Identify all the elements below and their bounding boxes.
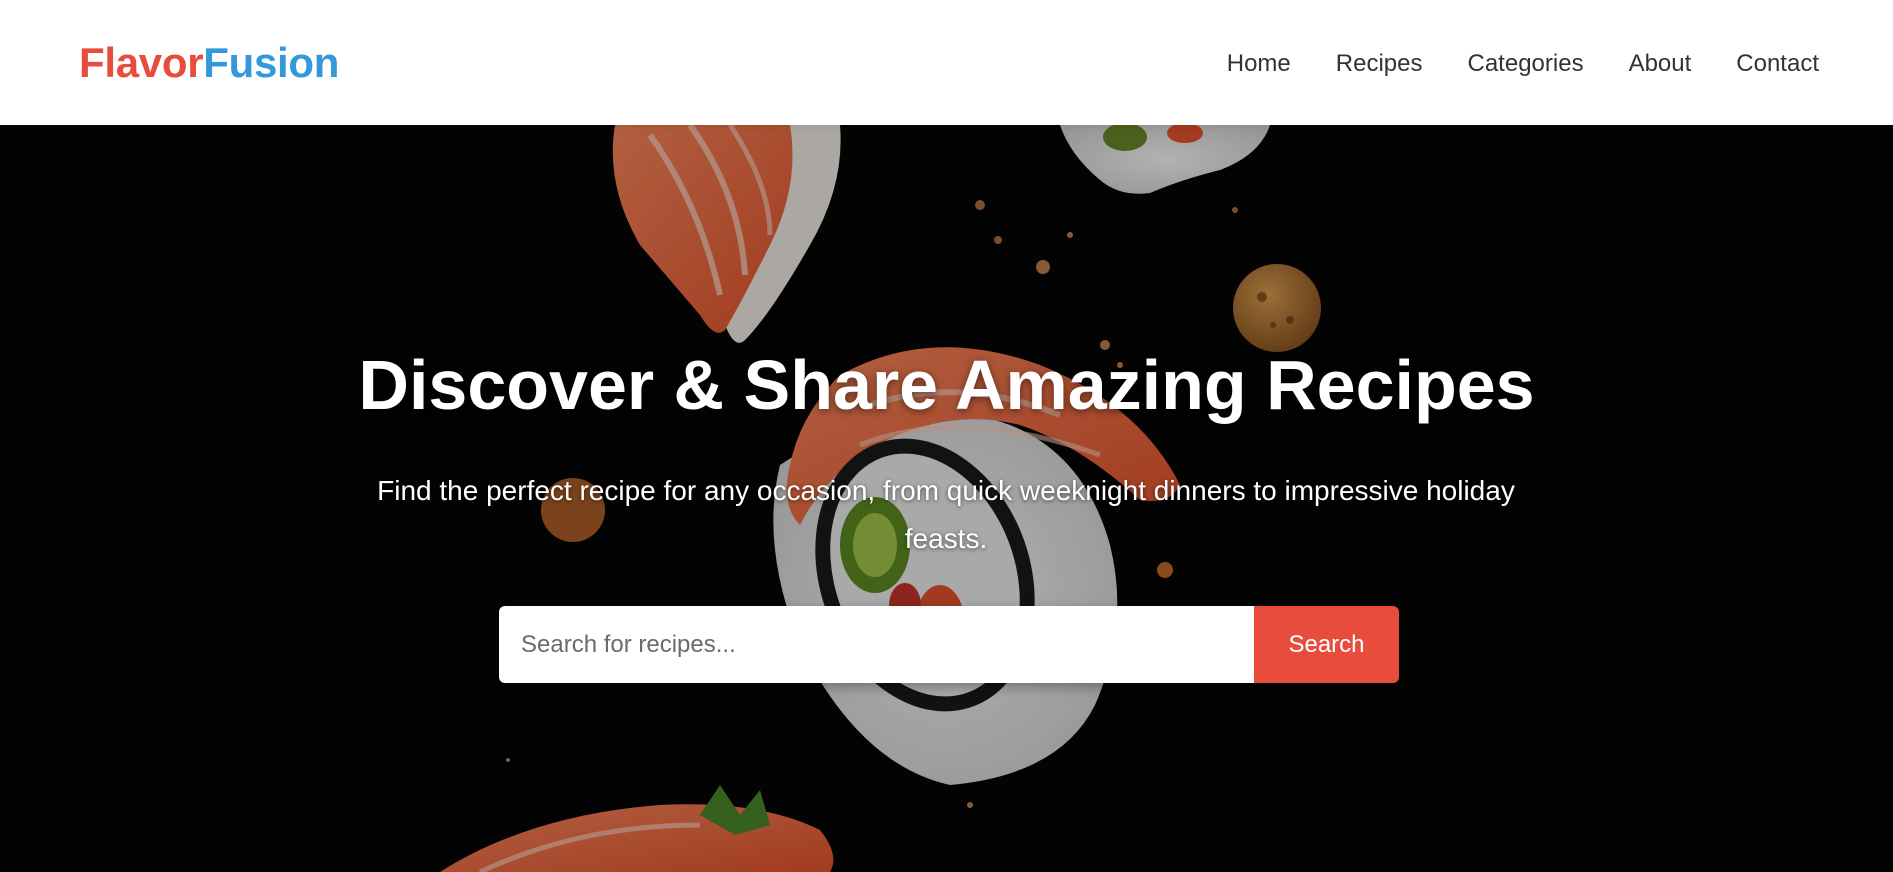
site-header: FlavorFusion Home Recipes Categories Abo…	[0, 0, 1893, 125]
search-button[interactable]: Search	[1254, 606, 1399, 683]
nav-item-home[interactable]: Home	[1227, 44, 1291, 84]
main-nav: Home Recipes Categories About Contact	[1227, 44, 1819, 84]
logo-text-flavor: Flavor	[79, 39, 204, 86]
nav-item-categories[interactable]: Categories	[1468, 44, 1584, 84]
nav-item-contact[interactable]: Contact	[1736, 44, 1819, 84]
site-logo[interactable]: FlavorFusion	[79, 38, 339, 88]
nav-item-about[interactable]: About	[1629, 44, 1692, 84]
recipe-search-form: Search	[499, 606, 1399, 683]
hero-title: Discover & Share Amazing Recipes	[358, 346, 1535, 424]
hero-section: Discover & Share Amazing Recipes Find th…	[0, 125, 1893, 872]
recipe-search-input[interactable]	[499, 606, 1254, 683]
nav-item-recipes[interactable]: Recipes	[1336, 44, 1423, 84]
logo-text-fusion: Fusion	[203, 39, 340, 86]
hero-subtitle: Find the perfect recipe for any occasion…	[377, 475, 1515, 554]
